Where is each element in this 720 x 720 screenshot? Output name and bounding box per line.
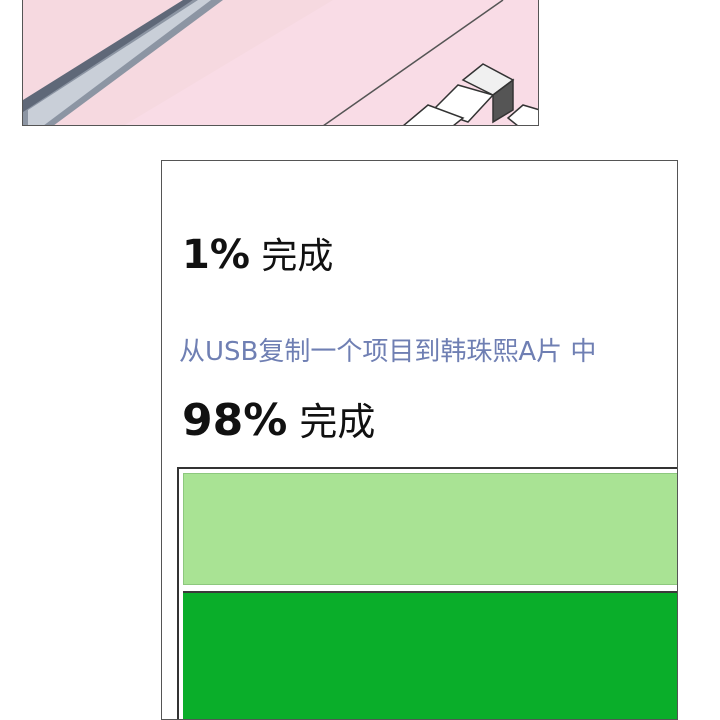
progress-line-1: 1% 完成 (182, 227, 333, 279)
progress-bars (177, 467, 677, 719)
status-text: 从USB复制一个项目到韩珠熙A片 中 (179, 337, 597, 367)
progress-bar-light (183, 473, 677, 585)
progress-bar-dark (183, 591, 677, 719)
progress-1-label: 完成 (261, 236, 334, 277)
progress-fill-dark (183, 593, 677, 719)
progress-1-percent: 1% (182, 232, 250, 278)
progress-2-percent: 98% (182, 395, 288, 446)
progress-fill-light (184, 474, 677, 584)
progress-2-label: 完成 (299, 400, 376, 444)
progress-line-2: 98% 完成 (182, 391, 375, 446)
copy-progress-dialog: 1% 完成 从USB复制一个项目到韩珠熙A片 中 98% 完成 (161, 160, 678, 720)
illustration-panel (22, 0, 539, 126)
keyboard-illustration (23, 0, 538, 125)
